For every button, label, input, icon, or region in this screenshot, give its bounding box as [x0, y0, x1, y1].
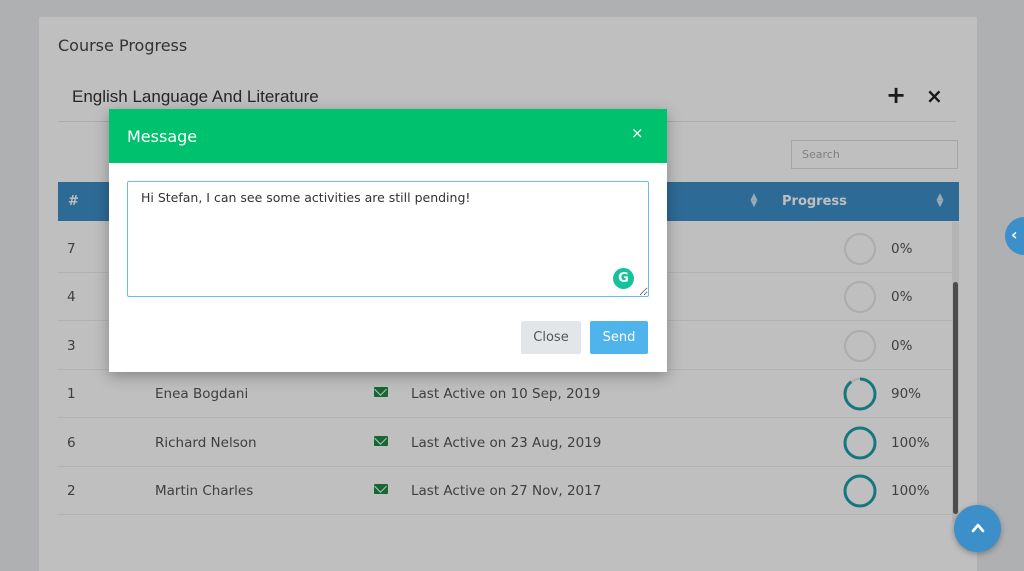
close-icon[interactable]: ×	[631, 124, 644, 142]
modal-title: Message	[127, 127, 198, 146]
chevron-left-icon: ‹	[1011, 225, 1018, 244]
grammarly-icon[interactable]: G	[613, 268, 634, 289]
scroll-top-button[interactable]	[954, 505, 1001, 552]
close-button[interactable]: Close	[521, 321, 581, 354]
message-modal: Message × G Close Send	[109, 109, 667, 372]
send-button[interactable]: Send	[590, 321, 648, 354]
chevron-up-icon	[971, 523, 984, 533]
message-textarea[interactable]	[127, 181, 649, 297]
modal-header: Message ×	[109, 109, 667, 163]
